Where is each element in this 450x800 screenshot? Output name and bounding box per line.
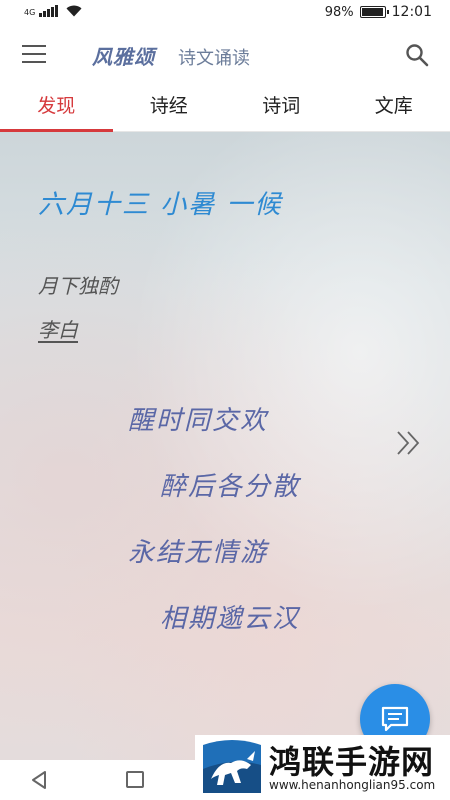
app-brand: 风雅颂 [92,45,155,69]
menu-icon[interactable] [22,45,46,63]
recent-apps-icon[interactable] [126,771,144,788]
clock: 12:01 [391,4,432,20]
status-right: 98% 12:01 [325,4,432,20]
chat-icon [381,706,409,732]
discover-card[interactable]: 六月十三 小暑 一候 月下独酌 李白 醒时同交欢 醉后各分散 永结无情游 相期邈… [0,132,450,760]
double-chevron-right-icon[interactable] [396,428,424,458]
poem-verse: 醒时同交欢 [128,406,269,436]
watermark-url: www.henanhonglian95.com [269,778,436,792]
watermark-title: 鸿联手游网 [269,743,435,781]
battery-icon [359,6,389,18]
tab-shijing[interactable]: 诗经 [113,82,226,131]
solar-term-date: 六月十三 小暑 一候 [38,190,283,220]
tab-bar: 发现 诗经 诗词 文库 [0,82,450,132]
tab-shici[interactable]: 诗词 [225,82,338,131]
poem-author-link[interactable]: 李白 [38,314,78,343]
app-bar: 风雅颂 诗文诵读 [0,26,450,82]
search-icon[interactable] [404,42,430,68]
battery-fill [361,8,384,16]
back-icon[interactable] [29,770,49,790]
wifi-icon [66,5,82,17]
watermark-logo [201,739,263,795]
poem-verse: 相期邈云汉 [160,604,301,634]
tab-library[interactable]: 文库 [338,82,450,131]
signal-icon [39,5,59,17]
battery-percent: 98% [324,4,354,20]
status-bar: 4G 98% 12:01 [0,0,450,26]
app-subtitle: 诗文诵读 [178,48,250,69]
poem-verse: 醉后各分散 [160,472,301,502]
site-watermark: 鸿联手游网 www.henanhonglian95.com [195,735,450,800]
status-left: 4G [24,5,82,17]
poem-title: 月下独酌 [38,274,118,298]
network-type: 4G [24,8,36,17]
poem-verse: 永结无情游 [128,538,269,568]
tab-discover[interactable]: 发现 [0,82,113,132]
